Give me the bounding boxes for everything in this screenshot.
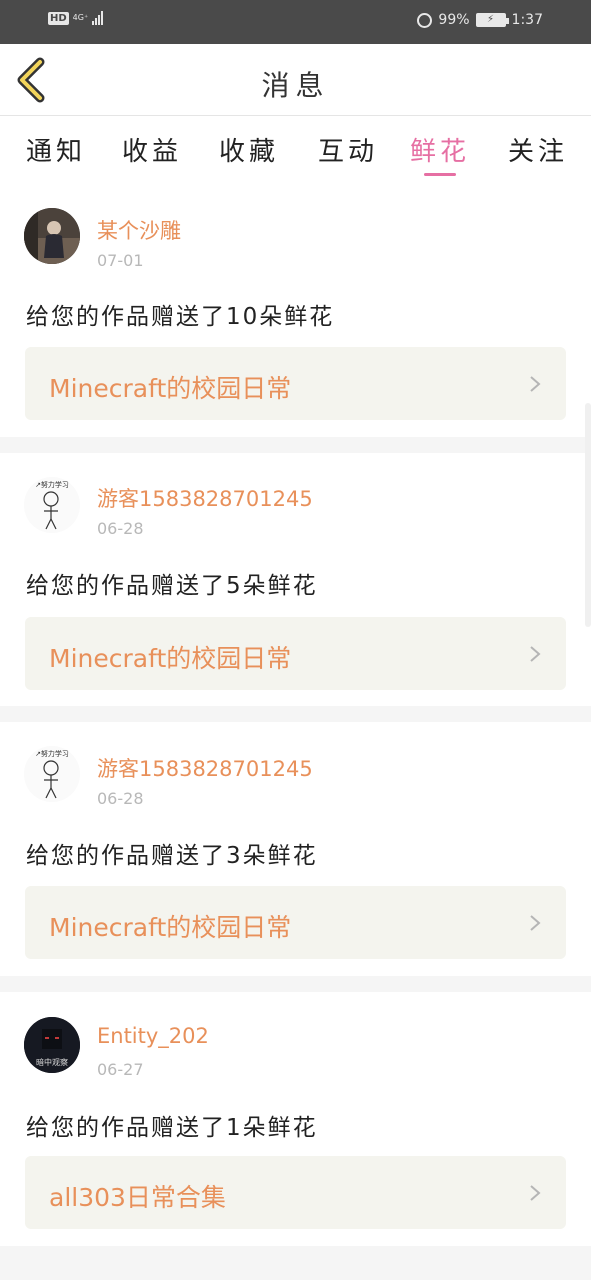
message-text: 给您的作品赠送了10朵鲜花 — [26, 304, 335, 330]
work-title: all303日常合集 — [49, 1183, 226, 1212]
avatar[interactable]: 暗中观察 — [24, 1017, 80, 1073]
work-title: Minecraft的校园日常 — [49, 374, 292, 403]
divider — [0, 437, 591, 453]
list-item: 暗中观察 Entity_202 06-27 给您的作品赠送了1朵鲜花 all30… — [0, 992, 591, 1261]
tab-bar: 通知 收益 收藏 互动 鲜花 关注 — [0, 117, 591, 185]
battery-icon: ⚡ — [475, 13, 509, 27]
avatar-caption: 暗中观察 — [36, 1058, 68, 1067]
tab-notifications[interactable]: 通知 — [26, 131, 86, 168]
work-link[interactable]: all303日常合集 — [25, 1156, 566, 1229]
network-type: 4G⁺ — [72, 13, 89, 22]
chevron-right-icon — [530, 915, 541, 931]
tab-earnings[interactable]: 收益 — [122, 131, 182, 168]
alarm-icon — [417, 12, 433, 28]
avatar[interactable]: ↗努力学习 — [24, 477, 80, 533]
divider — [0, 976, 591, 992]
svg-text:↗努力学习: ↗努力学习 — [35, 480, 69, 489]
hd-badge: HD — [48, 11, 69, 25]
message-date: 07-01 — [97, 251, 144, 270]
message-text: 给您的作品赠送了5朵鲜花 — [26, 573, 318, 599]
list-item: ↗努力学习 游客1583828701245 06-28 给您的作品赠送了5朵鲜花… — [0, 453, 591, 722]
sketch-avatar-icon: ↗努力学习 — [24, 477, 80, 533]
scrollbar[interactable] — [585, 403, 591, 627]
svg-text:↗努力学习: ↗努力学习 — [35, 749, 69, 758]
avatar[interactable] — [24, 208, 80, 264]
tab-interactions[interactable]: 互动 — [318, 131, 378, 168]
message-date: 06-28 — [97, 789, 144, 808]
sender-name[interactable]: 游客1583828701245 — [97, 483, 313, 513]
tab-flowers[interactable]: 鲜花 — [410, 131, 470, 168]
sketch-avatar-icon: ↗努力学习 — [24, 746, 80, 802]
avatar[interactable]: ↗努力学习 — [24, 746, 80, 802]
work-link[interactable]: Minecraft的校园日常 — [25, 347, 566, 420]
work-link[interactable]: Minecraft的校园日常 — [25, 886, 566, 959]
list-item: ↗努力学习 游客1583828701245 06-28 给您的作品赠送了3朵鲜花… — [0, 722, 591, 991]
sender-name[interactable]: 游客1583828701245 — [97, 753, 313, 783]
photo-avatar-icon — [24, 208, 80, 264]
work-title: Minecraft的校园日常 — [49, 644, 292, 673]
tab-favorites[interactable]: 收藏 — [219, 131, 279, 168]
message-date: 06-28 — [97, 519, 144, 538]
battery-percent: 99% — [438, 12, 470, 28]
active-tab-indicator — [424, 173, 456, 176]
chevron-right-icon — [530, 376, 541, 392]
page-title: 消息 — [261, 69, 330, 102]
divider — [0, 1246, 591, 1280]
message-date: 06-27 — [97, 1060, 144, 1079]
sender-name[interactable]: 某个沙雕 — [97, 215, 181, 245]
message-text: 给您的作品赠送了3朵鲜花 — [26, 843, 318, 869]
clock: 1:37 — [511, 12, 543, 28]
work-link[interactable]: Minecraft的校园日常 — [25, 617, 566, 690]
divider — [0, 706, 591, 722]
list-item: 某个沙雕 07-01 给您的作品赠送了10朵鲜花 Minecraft的校园日常 — [0, 185, 591, 454]
sender-name[interactable]: Entity_202 — [97, 1024, 209, 1048]
tab-following[interactable]: 关注 — [508, 131, 568, 168]
chevron-right-icon — [530, 1185, 541, 1201]
work-title: Minecraft的校园日常 — [49, 913, 292, 942]
signal-icon — [92, 11, 104, 25]
nav-bar: 消息 — [0, 44, 591, 116]
chevron-right-icon — [530, 646, 541, 662]
status-bar: HD 4G⁺ 99% ⚡ 1:37 — [0, 0, 591, 44]
message-text: 给您的作品赠送了1朵鲜花 — [26, 1115, 318, 1141]
